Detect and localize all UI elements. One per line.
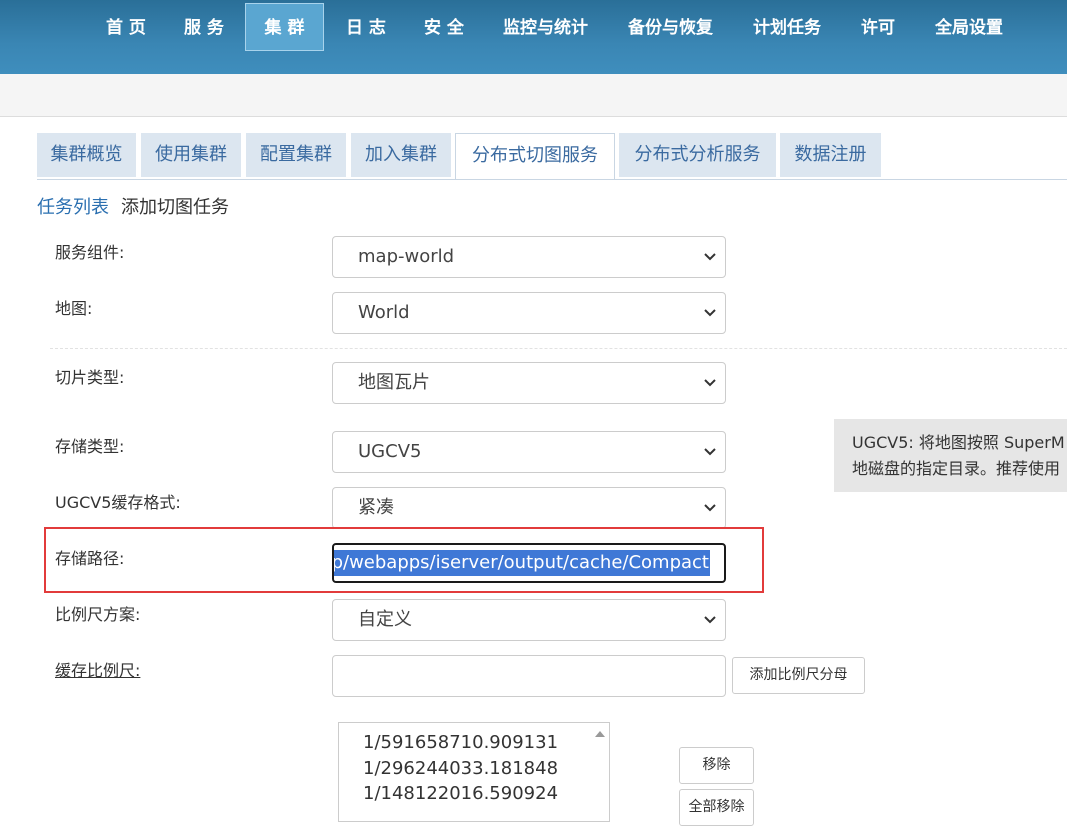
cache-scale-list[interactable]: 1/591658710.909131 1/296244033.181848 1/… [338,722,610,822]
breadcrumb-task-list-link[interactable]: 任务列表 [37,193,109,219]
nav-scheduled-tasks[interactable]: 计划任务 [753,0,821,56]
tab-cluster-overview[interactable]: 集群概览 [37,133,136,177]
nav-backup-restore[interactable]: 备份与恢复 [628,0,713,56]
tab-distributed-analysis[interactable]: 分布式分析服务 [619,133,776,177]
chevron-down-icon [704,448,716,456]
remove-button[interactable]: 移除 [679,747,754,784]
chevron-down-icon [704,309,716,317]
storage-type-value: UGCV5 [358,441,422,462]
nav-global-settings[interactable]: 全局设置 [935,0,1003,56]
tab-use-cluster[interactable]: 使用集群 [141,133,241,177]
tile-type-value: 地图瓦片 [358,372,430,393]
nav-license[interactable]: 许可 [861,0,895,56]
scale-scheme-label: 比例尺方案: [55,605,141,624]
add-scale-denominator-button[interactable]: 添加比例尺分母 [732,657,865,694]
map-label: 地图: [55,299,93,318]
service-component-label: 服务组件: [55,243,125,262]
section-divider [50,348,1067,349]
tooltip-line-2: 地磁盘的指定目录。推荐使用 [852,459,1061,478]
tooltip-line-1: UGCV5: 将地图按照 SuperM [852,433,1065,452]
map-select[interactable]: World [332,292,726,334]
storage-path-selected-text: p/webapps/iserver/output/cache/Compact [334,550,710,576]
tab-underline [37,179,1067,180]
sub-header-bar [0,74,1067,117]
tab-data-registration[interactable]: 数据注册 [780,133,881,177]
tile-type-select[interactable]: 地图瓦片 [332,362,726,404]
chevron-down-icon [704,616,716,624]
service-component-value: map-world [358,246,455,267]
cache-format-select[interactable]: 紧凑 [332,487,726,529]
remove-all-button[interactable]: 全部移除 [679,789,754,826]
storage-type-select[interactable]: UGCV5 [332,431,726,473]
cache-scales-label: 缓存比例尺: [55,661,141,680]
chevron-down-icon [704,253,716,261]
tab-configure-cluster[interactable]: 配置集群 [246,133,346,177]
chevron-down-icon [704,379,716,387]
cache-format-value: 紧凑 [358,497,394,518]
list-item[interactable]: 1/148122016.590924 [363,783,558,804]
scale-scheme-select[interactable]: 自定义 [332,599,726,641]
service-component-select[interactable]: map-world [332,236,726,278]
storage-type-label: 存储类型: [55,437,125,456]
storage-path-label: 存储路径: [55,549,125,568]
storage-type-tooltip: UGCV5: 将地图按照 SuperM 地磁盘的指定目录。推荐使用 [834,419,1067,492]
nav-monitoring[interactable]: 监控与统计 [503,0,588,56]
nav-security[interactable]: 安 全 [424,0,464,56]
list-item[interactable]: 1/591658710.909131 [363,732,558,753]
breadcrumb-current: 添加切图任务 [121,197,229,218]
storage-path-input[interactable]: p/webapps/iserver/output/cache/Compact [332,543,726,583]
nav-cluster[interactable]: 集 群 [245,3,324,51]
cache-scale-input[interactable] [332,655,726,697]
top-nav-bar: 首 页 服 务 集 群 日 志 安 全 监控与统计 备份与恢复 计划任务 许可 … [0,0,1067,74]
cache-format-label: UGCV5缓存格式: [55,493,181,512]
nav-home[interactable]: 首 页 [106,0,146,56]
scale-scheme-value: 自定义 [358,609,412,630]
list-item[interactable]: 1/296244033.181848 [363,758,558,779]
map-value: World [358,302,410,323]
tab-join-cluster[interactable]: 加入集群 [351,133,451,177]
nav-logs[interactable]: 日 志 [346,0,386,56]
tile-type-label: 切片类型: [55,368,125,387]
nav-services[interactable]: 服 务 [184,0,224,56]
scroll-up-arrow-icon[interactable] [595,731,605,737]
tab-distributed-tiling[interactable]: 分布式切图服务 [455,133,615,180]
chevron-down-icon [704,504,716,512]
